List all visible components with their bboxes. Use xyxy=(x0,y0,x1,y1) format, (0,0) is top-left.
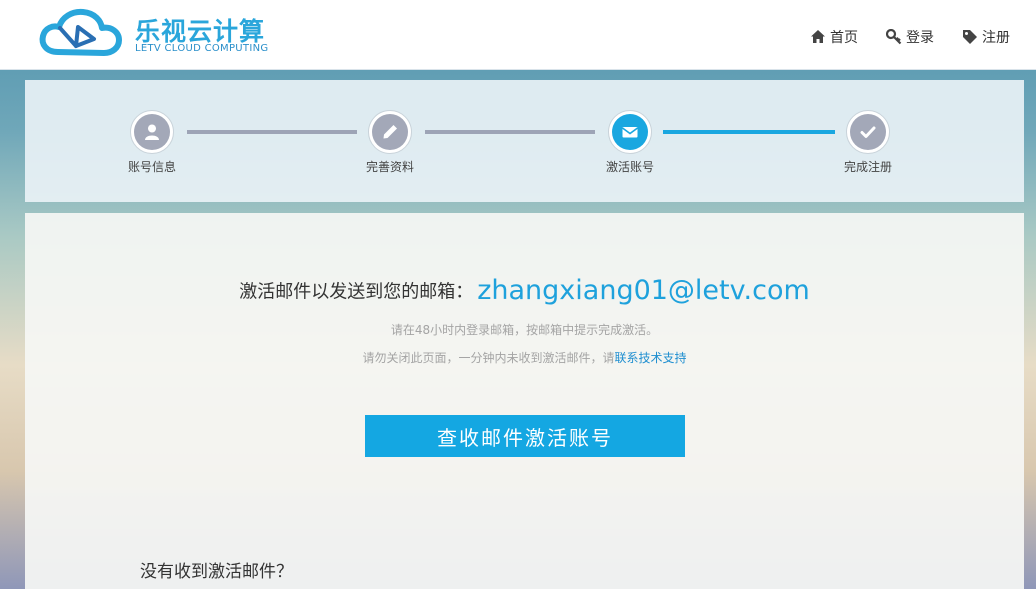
nav-login-label: 登录 xyxy=(906,30,934,46)
step-label: 完善资料 xyxy=(365,160,414,174)
step-connector-1 xyxy=(187,130,357,134)
support-hint: 请勿关闭此页面，一分钟内未收到激活邮件，请联系技术支持 xyxy=(25,349,1024,366)
step-finish-registration: 完成注册 xyxy=(823,110,913,175)
header: 乐视云计算 LETV CLOUD COMPUTING 首页 登录 注册 xyxy=(0,0,1036,70)
tag-icon xyxy=(962,29,978,45)
nav-home-label: 首页 xyxy=(830,30,858,46)
home-icon xyxy=(810,29,826,45)
step-label: 激活账号 xyxy=(605,160,654,174)
pencil-icon xyxy=(383,125,397,139)
step-label: 完成注册 xyxy=(843,160,892,174)
step-activate-account: 激活账号 xyxy=(585,110,675,175)
support-hint-text: 请勿关闭此页面，一分钟内未收到激活邮件，请 xyxy=(362,351,615,365)
nav-register-label: 注册 xyxy=(982,30,1010,46)
step-label: 账号信息 xyxy=(127,160,176,174)
activation-hint: 请在48小时内登录邮箱，按邮箱中提示完成激活。 xyxy=(390,323,659,337)
top-nav: 首页 登录 注册 xyxy=(782,27,1010,47)
letv-cloud-logo[interactable]: 乐视云计算 LETV CLOUD COMPUTING xyxy=(38,6,278,62)
contact-support-link[interactable]: 联系技术支持 xyxy=(615,351,687,365)
logo-text-en: LETV CLOUD COMPUTING xyxy=(135,43,269,54)
not-received-heading: 没有收到激活邮件？ xyxy=(140,562,293,582)
envelope-icon xyxy=(622,127,638,138)
user-icon xyxy=(145,124,159,140)
step-account-info: 账号信息 xyxy=(107,110,197,175)
cloud-logo-icon xyxy=(39,8,122,56)
progress-steps: 账号信息 完善资料 激活账号 完成注册 xyxy=(25,80,1024,202)
step-complete-profile: 完善资料 xyxy=(345,110,435,175)
key-icon xyxy=(885,28,902,45)
step-connector-3 xyxy=(663,130,835,134)
check-icon xyxy=(860,126,876,138)
check-email-button[interactable]: 查收邮件激活账号 xyxy=(365,415,685,457)
nav-login-link[interactable]: 登录 xyxy=(885,27,934,47)
nav-home-link[interactable]: 首页 xyxy=(810,27,858,47)
step-connector-2 xyxy=(425,130,595,134)
email-sent-message: 激活邮件以发送到您的邮箱： zhangxiang01@letv.com xyxy=(25,275,1024,306)
email-address: zhangxiang01@letv.com xyxy=(477,275,810,306)
email-sent-text: 激活邮件以发送到您的邮箱： xyxy=(239,281,474,303)
activation-panel: 激活邮件以发送到您的邮箱： zhangxiang01@letv.com 请在48小… xyxy=(25,213,1024,589)
nav-register-link[interactable]: 注册 xyxy=(962,27,1010,47)
